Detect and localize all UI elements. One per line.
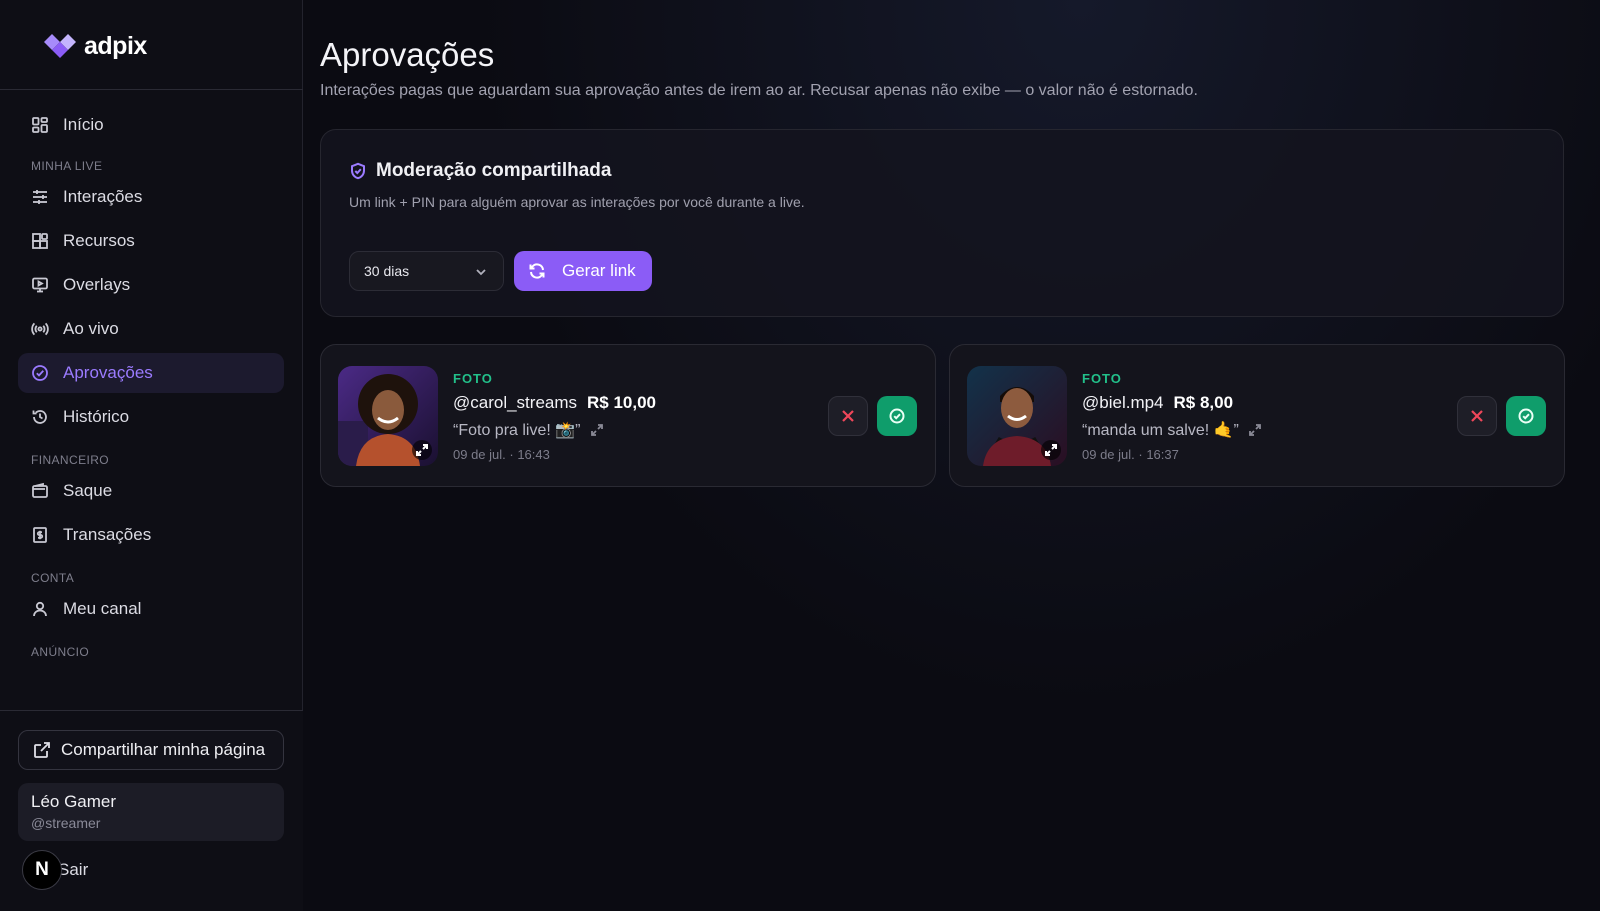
receipt-dollar-icon — [33, 527, 47, 543]
sidebar-item-aovivo[interactable]: Ao vivo — [18, 309, 284, 349]
sidebar-item-transacoes[interactable]: Transações — [18, 515, 284, 555]
interaction-timestamp: 09 de jul. · 16:43 — [453, 447, 550, 462]
section-conta: CONTA — [31, 571, 75, 585]
sidebar-item-overlays[interactable]: Overlays — [18, 265, 284, 305]
close-icon — [842, 410, 854, 422]
shield-check-icon — [351, 162, 365, 180]
sender-handle: @biel.mp4 — [1082, 393, 1164, 412]
interaction-kind: FOTO — [453, 371, 493, 386]
section-financeiro: FINANCEIRO — [31, 453, 110, 467]
sidebar-item-label: Histórico — [63, 407, 130, 426]
expand-photo-button[interactable] — [1041, 440, 1061, 460]
sidebar-item-label: Recursos — [63, 231, 135, 250]
share-page-button[interactable]: Compartilhar minha página — [18, 730, 284, 770]
share-page-label: Compartilhar minha página — [61, 740, 266, 759]
screen-play-icon — [32, 277, 48, 293]
user-icon — [33, 601, 47, 617]
expand-icon — [1045, 444, 1057, 456]
brand-name: adpix — [84, 31, 147, 60]
interaction-kind: FOTO — [1082, 371, 1122, 386]
check-circle-icon — [889, 408, 905, 424]
sidebar-item-meu-canal[interactable]: Meu canal — [18, 589, 284, 629]
shared-moderation-heading: Moderação compartilhada — [376, 160, 612, 181]
interaction-timestamp: 09 de jul. · 16:37 — [1082, 447, 1179, 462]
sidebar: adpix Início MINHA LIVE Interações Recur… — [0, 0, 303, 911]
broadcast-icon — [31, 322, 49, 336]
shared-moderation-title: Moderação compartilhada — [349, 160, 611, 182]
interaction-message: “manda um salve! 🤙” — [1082, 422, 1239, 439]
pending-approval-card: FOTO @biel.mp4 R$ 8,00 “manda um salve! … — [949, 344, 1565, 487]
link-duration-value: 30 dias — [364, 263, 410, 279]
logout-button[interactable]: N Sair — [22, 850, 88, 890]
history-icon — [32, 410, 47, 424]
photo-thumbnail[interactable] — [967, 366, 1067, 466]
sidebar-nav: Início MINHA LIVE Interações Recursos Ov… — [18, 105, 284, 663]
interaction-amount: R$ 10,00 — [587, 393, 657, 412]
adpix-logo-icon — [44, 34, 76, 58]
blocks-icon — [32, 233, 48, 249]
sidebar-item-aprovacoes[interactable]: Aprovações — [18, 353, 284, 393]
user-card[interactable]: Léo Gamer @streamer — [18, 783, 284, 841]
approve-button[interactable] — [1506, 396, 1546, 436]
sidebar-item-interacoes[interactable]: Interações — [18, 177, 284, 217]
chevron-down-icon — [476, 269, 486, 276]
shared-moderation-description: Um link + PIN para alguém aprovar as int… — [349, 194, 805, 210]
sidebar-divider — [0, 89, 303, 90]
sidebar-item-label: Ao vivo — [63, 319, 119, 338]
n-badge-icon[interactable]: N — [22, 850, 62, 890]
link-duration-select[interactable]: 30 dias — [349, 251, 504, 291]
sidebar-item-recursos[interactable]: Recursos — [18, 221, 284, 261]
sidebar-item-saque[interactable]: Saque — [18, 471, 284, 511]
sender-row: @carol_streams R$ 10,00 — [453, 393, 656, 413]
sender-row: @biel.mp4 R$ 8,00 — [1082, 393, 1233, 413]
main-content: Aprovações Interações pagas que aguardam… — [303, 0, 1600, 911]
sidebar-item-inicio[interactable]: Início — [18, 105, 284, 145]
approve-button[interactable] — [877, 396, 917, 436]
check-circle-icon — [1518, 408, 1534, 424]
user-name: Léo Gamer — [31, 792, 117, 811]
interaction-amount: R$ 8,00 — [1173, 393, 1234, 412]
generate-link-label: Gerar link — [562, 261, 636, 280]
close-icon — [1471, 410, 1483, 422]
sliders-icon — [33, 190, 47, 204]
message-row: “Foto pra live! 📸” — [453, 420, 603, 440]
check-circle-icon — [32, 365, 48, 381]
brand-logo[interactable]: adpix — [40, 28, 147, 64]
sidebar-item-label: Overlays — [63, 275, 131, 294]
photo-thumbnail[interactable] — [338, 366, 438, 466]
message-row: “manda um salve! 🤙” — [1082, 420, 1261, 440]
refresh-icon — [529, 263, 545, 279]
reject-button[interactable] — [828, 396, 868, 436]
sidebar-item-label: Saque — [63, 481, 113, 500]
expand-photo-button[interactable] — [412, 440, 432, 460]
reject-button[interactable] — [1457, 396, 1497, 436]
user-handle: @streamer — [31, 815, 101, 831]
section-minha-live: MINHA LIVE — [31, 159, 103, 173]
logout-label: Sair — [58, 860, 89, 879]
page-title: Aprovações — [320, 36, 495, 73]
pending-approval-card: FOTO @carol_streams R$ 10,00 “Foto pra l… — [320, 344, 936, 487]
external-link-icon — [34, 742, 50, 758]
expand-message-icon[interactable] — [1248, 424, 1261, 436]
sidebar-item-label: Aprovações — [63, 363, 153, 382]
dashboard-icon — [32, 117, 48, 133]
interaction-message: “Foto pra live! 📸” — [453, 422, 581, 439]
sidebar-footer: Compartilhar minha página Léo Gamer @str… — [0, 710, 303, 911]
expand-icon — [416, 444, 428, 456]
sidebar-item-label: Interações — [63, 187, 143, 206]
sidebar-item-label: Meu canal — [63, 599, 142, 618]
wallet-icon — [32, 482, 48, 498]
expand-message-icon[interactable] — [590, 424, 603, 436]
sidebar-item-label: Transações — [63, 525, 152, 544]
page-subtitle: Interações pagas que aguardam sua aprova… — [320, 82, 1198, 99]
sidebar-item-label: Início — [63, 115, 104, 134]
sidebar-item-historico[interactable]: Histórico — [18, 397, 284, 437]
sender-handle: @carol_streams — [453, 393, 578, 412]
section-anuncio: ANÚNCIO — [31, 645, 90, 659]
generate-link-button[interactable]: Gerar link — [514, 251, 652, 291]
shared-moderation-card: Moderação compartilhada Um link + PIN pa… — [320, 129, 1564, 317]
